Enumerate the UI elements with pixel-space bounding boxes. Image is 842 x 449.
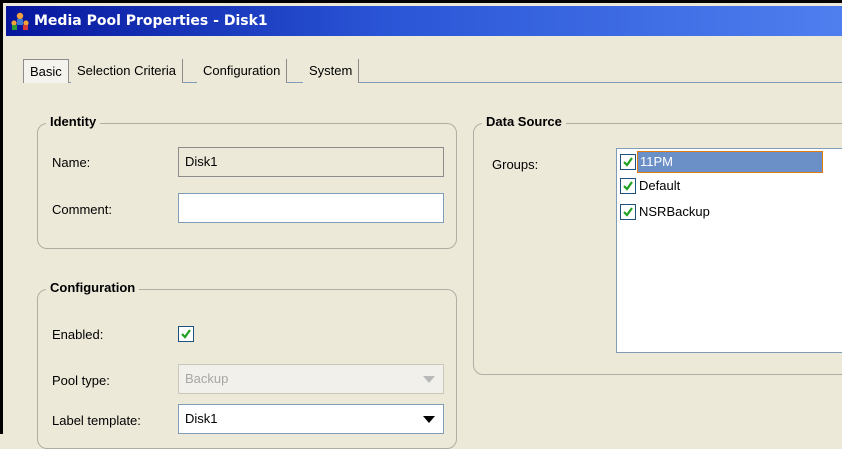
groups-listbox[interactable]: 11PM Default NSRBackup (616, 148, 842, 353)
identity-group-title: Identity (46, 114, 101, 129)
data-source-group-title: Data Source (482, 114, 566, 129)
group-checkbox[interactable] (620, 178, 636, 194)
group-label: NSRBackup (639, 204, 710, 219)
configuration-group-title: Configuration (46, 280, 140, 295)
group-checkbox[interactable] (620, 154, 636, 170)
group-label: 11PM (637, 151, 823, 173)
group-checkbox[interactable] (620, 204, 636, 220)
tab-selection-criteria[interactable]: Selection Criteria (71, 59, 183, 83)
tab-label: Basic (30, 64, 62, 79)
enabled-label: Enabled: (52, 327, 104, 342)
name-field[interactable]: Disk1 (178, 147, 444, 177)
tab-label: Selection Criteria (77, 63, 176, 78)
dialog-window: Media Pool Properties - Disk1 Basic Sele… (0, 0, 842, 449)
configuration-group: Configuration Enabled: Pool type: Backup… (37, 280, 457, 449)
identity-group: Identity Name: Disk1 Comment: (37, 114, 457, 249)
group-label: Default (639, 178, 681, 193)
chevron-down-icon (423, 416, 435, 423)
chevron-down-icon (423, 376, 435, 383)
checkmark-icon (181, 329, 191, 339)
comment-label: Comment: (52, 202, 112, 217)
list-item[interactable]: Default (617, 175, 842, 197)
window-title: Media Pool Properties - Disk1 (34, 13, 268, 29)
label-template-select[interactable]: Disk1 (178, 404, 444, 434)
list-item[interactable]: 11PM (617, 151, 842, 173)
tab-label: System (309, 63, 353, 78)
tab-configuration[interactable]: Configuration (197, 59, 288, 83)
pool-type-select[interactable]: Backup (178, 364, 444, 394)
tab-label: Configuration (203, 63, 281, 78)
label-template-label: Label template: (52, 413, 141, 428)
tab-basic[interactable]: Basic (23, 59, 69, 84)
groups-label: Groups: (492, 157, 539, 172)
basic-tab-panel: Identity Name: Disk1 Comment: Configurat… (23, 83, 842, 449)
tab-system[interactable]: System (303, 59, 360, 83)
title-bar[interactable]: Media Pool Properties - Disk1 (6, 6, 842, 36)
tab-strip: Basic Selection Criteria Configuration S… (23, 59, 842, 84)
list-item[interactable]: NSRBackup (617, 201, 842, 223)
checkmark-icon (623, 157, 633, 167)
media-pool-icon (11, 12, 29, 30)
comment-field[interactable] (178, 193, 444, 223)
data-source-group: Data Source Groups: 11PM Default NSRBack… (473, 114, 842, 375)
pool-type-label: Pool type: (52, 373, 110, 388)
name-label: Name: (52, 155, 91, 170)
label-template-value: Disk1 (185, 411, 218, 426)
enabled-checkbox[interactable] (178, 326, 194, 342)
pool-type-value: Backup (185, 371, 229, 386)
checkmark-icon (623, 181, 633, 191)
checkmark-icon (623, 207, 633, 217)
